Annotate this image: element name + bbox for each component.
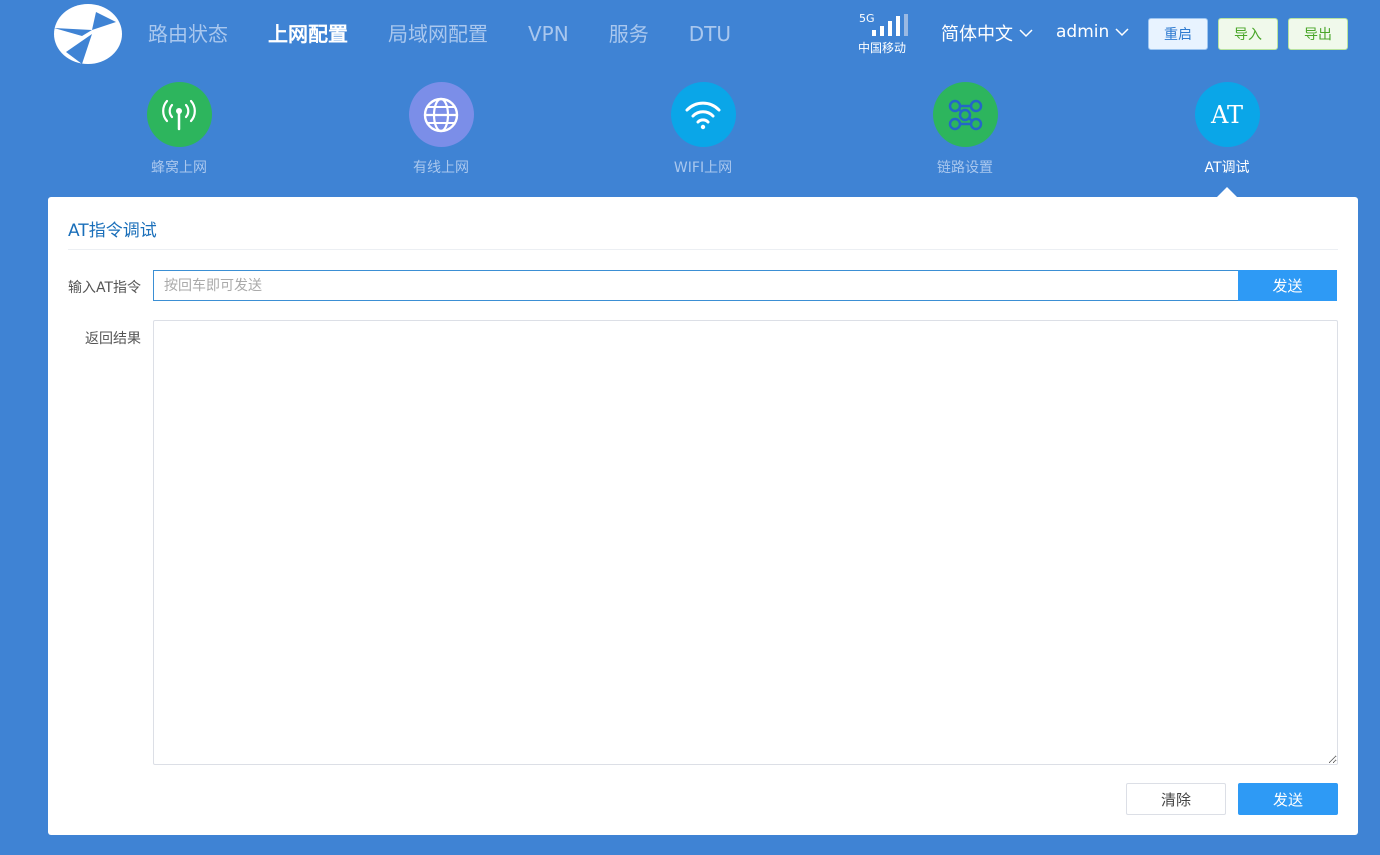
subnav-wifi-label: WIFI上网 (673, 160, 733, 176)
link-nodes-icon (948, 99, 983, 130)
subnav-wired[interactable]: 有线上网 (381, 82, 501, 177)
send-button[interactable]: 发送 (1238, 783, 1338, 815)
subnav-link-settings-circle (932, 82, 998, 147)
panel-title: AT指令调试 (68, 221, 157, 241)
carrier-name: 中国移动 (858, 41, 907, 55)
signal-bars-icon (872, 14, 908, 36)
at-icon: AT (1210, 100, 1244, 129)
nav-dtu[interactable]: DTU (689, 20, 731, 48)
subnav-at-debug-circle: AT (1194, 82, 1260, 147)
panel-divider (68, 249, 1338, 250)
signal-status: 5G 中国移动 (858, 12, 914, 56)
main-nav: 路由状态 上网配置 局域网配置 VPN 服务 DTU (148, 20, 771, 48)
antenna-icon (162, 99, 196, 130)
language-select[interactable]: 简体中文 (941, 20, 1033, 46)
nav-vpn[interactable]: VPN (528, 20, 569, 48)
subnav-wired-label: 有线上网 (413, 160, 469, 176)
subnav-cellular-label: 蜂窝上网 (151, 160, 207, 176)
nav-router-status[interactable]: 路由状态 (148, 20, 228, 48)
language-label: 简体中文 (941, 24, 1013, 45)
export-button[interactable]: 导出 (1288, 18, 1348, 50)
nav-internet-config[interactable]: 上网配置 (268, 20, 348, 48)
brand-logo[interactable] (52, 2, 124, 66)
send-inline-button[interactable]: 发送 (1238, 270, 1337, 301)
user-name: admin (1056, 22, 1110, 42)
result-label: 返回结果 (85, 331, 141, 347)
subnav-cellular-circle (146, 82, 212, 147)
subnav-wifi-circle (670, 82, 736, 147)
subnav-wired-circle (408, 82, 474, 147)
subnav-link-settings[interactable]: 链路设置 (905, 82, 1025, 177)
subnav-link-settings-label: 链路设置 (937, 160, 993, 176)
at-command-input[interactable] (153, 270, 1238, 301)
subnav-at-debug[interactable]: AT AT调试 (1167, 82, 1287, 177)
user-menu[interactable]: admin (1056, 22, 1129, 42)
import-button[interactable]: 导入 (1218, 18, 1278, 50)
chevron-down-icon (1115, 28, 1129, 37)
subnav-at-debug-label: AT调试 (1204, 160, 1250, 176)
subnav-cellular[interactable]: 蜂窝上网 (119, 82, 239, 177)
globe-icon (423, 97, 459, 132)
restart-button[interactable]: 重启 (1148, 18, 1208, 50)
clear-button[interactable]: 清除 (1126, 783, 1226, 815)
at-command-label: 输入AT指令 (68, 280, 142, 296)
chevron-down-icon (1019, 29, 1033, 38)
at-debug-panel: AT指令调试 输入AT指令 发送 返回结果 清除 发送 (48, 197, 1358, 835)
subnav-wifi[interactable]: WIFI上网 (643, 82, 763, 177)
nav-lan-config[interactable]: 局域网配置 (388, 20, 488, 48)
result-textarea[interactable] (153, 320, 1338, 765)
nav-services[interactable]: 服务 (609, 20, 649, 48)
top-bar: 路由状态 上网配置 局域网配置 VPN 服务 DTU 5G 中国移动 简体中文 … (0, 0, 1380, 70)
wifi-icon (685, 101, 721, 129)
